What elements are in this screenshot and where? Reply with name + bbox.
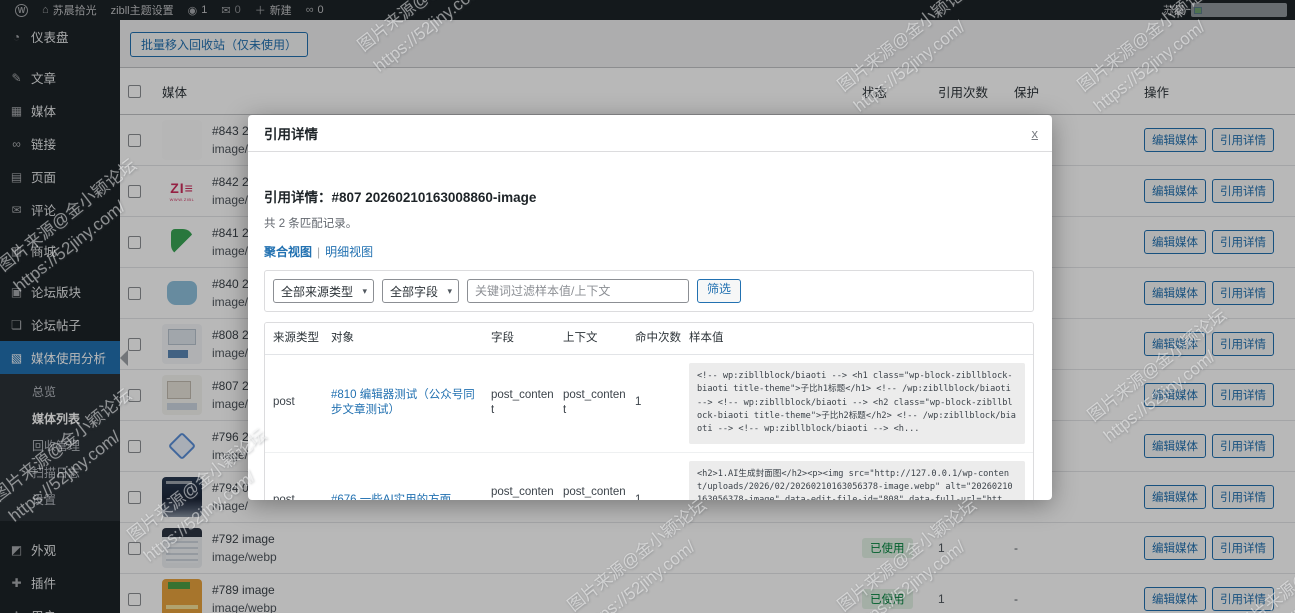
filter-bar: 全部来源类型 全部字段 筛选 <box>264 270 1034 312</box>
ref-object-link[interactable]: #810 编辑器测试（公众号同步文章测试） <box>331 388 483 419</box>
ref-hits: 1 <box>635 395 681 411</box>
ref-col-sample: 样本值 <box>689 331 1025 346</box>
modal-header: 引用详情 x <box>248 115 1052 152</box>
ref-source: post <box>273 493 323 500</box>
field-select[interactable]: 全部字段 <box>382 279 459 303</box>
filter-submit-button[interactable]: 筛选 <box>697 279 741 303</box>
ref-context: post_content <box>563 388 627 419</box>
ref-field: post_content <box>491 388 555 419</box>
ref-source: post <box>273 395 323 411</box>
reference-row: post #810 编辑器测试（公众号同步文章测试） post_content … <box>265 355 1033 453</box>
page: W ⌂苏晨拾光 zibll主题设置 ◉1 ✉0 ＋新建 ∞0 苏晨 ◔仪表盘 ✎… <box>0 0 1295 613</box>
close-icon[interactable]: x <box>1032 126 1039 141</box>
keyword-filter-input[interactable] <box>467 279 689 303</box>
reference-details-modal: 引用详情 x 引用详情：#807 20260210163008860-image… <box>248 115 1052 500</box>
reference-table-header: 来源类型 对象 字段 上下文 命中次数 样本值 <box>265 323 1033 355</box>
ref-col-source: 来源类型 <box>273 331 323 346</box>
aggregate-view-link[interactable]: 聚合视图 <box>264 245 312 259</box>
match-count-text: 共 2 条匹配记录。 <box>264 215 1034 231</box>
ref-col-hits: 命中次数 <box>635 331 681 346</box>
ref-context: post_content <box>563 485 627 500</box>
ref-sample-code: <!-- wp:zibllblock/biaoti --> <h1 class=… <box>689 363 1025 444</box>
ref-hits: 1 <box>635 493 681 500</box>
ref-field: post_content <box>491 485 555 500</box>
reference-heading: 引用详情：#807 20260210163008860-image <box>264 186 1034 206</box>
view-switcher: 聚合视图|明细视图 <box>264 243 1034 260</box>
ref-col-context: 上下文 <box>563 331 627 346</box>
ref-object-link[interactable]: #676 一些AI实用的方面 <box>331 493 483 500</box>
reference-table: 来源类型 对象 字段 上下文 命中次数 样本值 post #810 编辑器测试（… <box>264 322 1034 500</box>
modal-title: 引用详情 <box>264 123 318 143</box>
ref-col-object: 对象 <box>331 331 483 346</box>
ref-col-field: 字段 <box>491 331 555 346</box>
modal-body: 引用详情：#807 20260210163008860-image 共 2 条匹… <box>248 152 1052 500</box>
source-type-select[interactable]: 全部来源类型 <box>273 279 374 303</box>
ref-sample-code: <h2>1.AI生成封面图</h2><p><img src="http://12… <box>689 461 1025 501</box>
detail-view-link[interactable]: 明细视图 <box>325 245 373 259</box>
reference-row: post #676 一些AI实用的方面 post_content post_co… <box>265 453 1033 501</box>
